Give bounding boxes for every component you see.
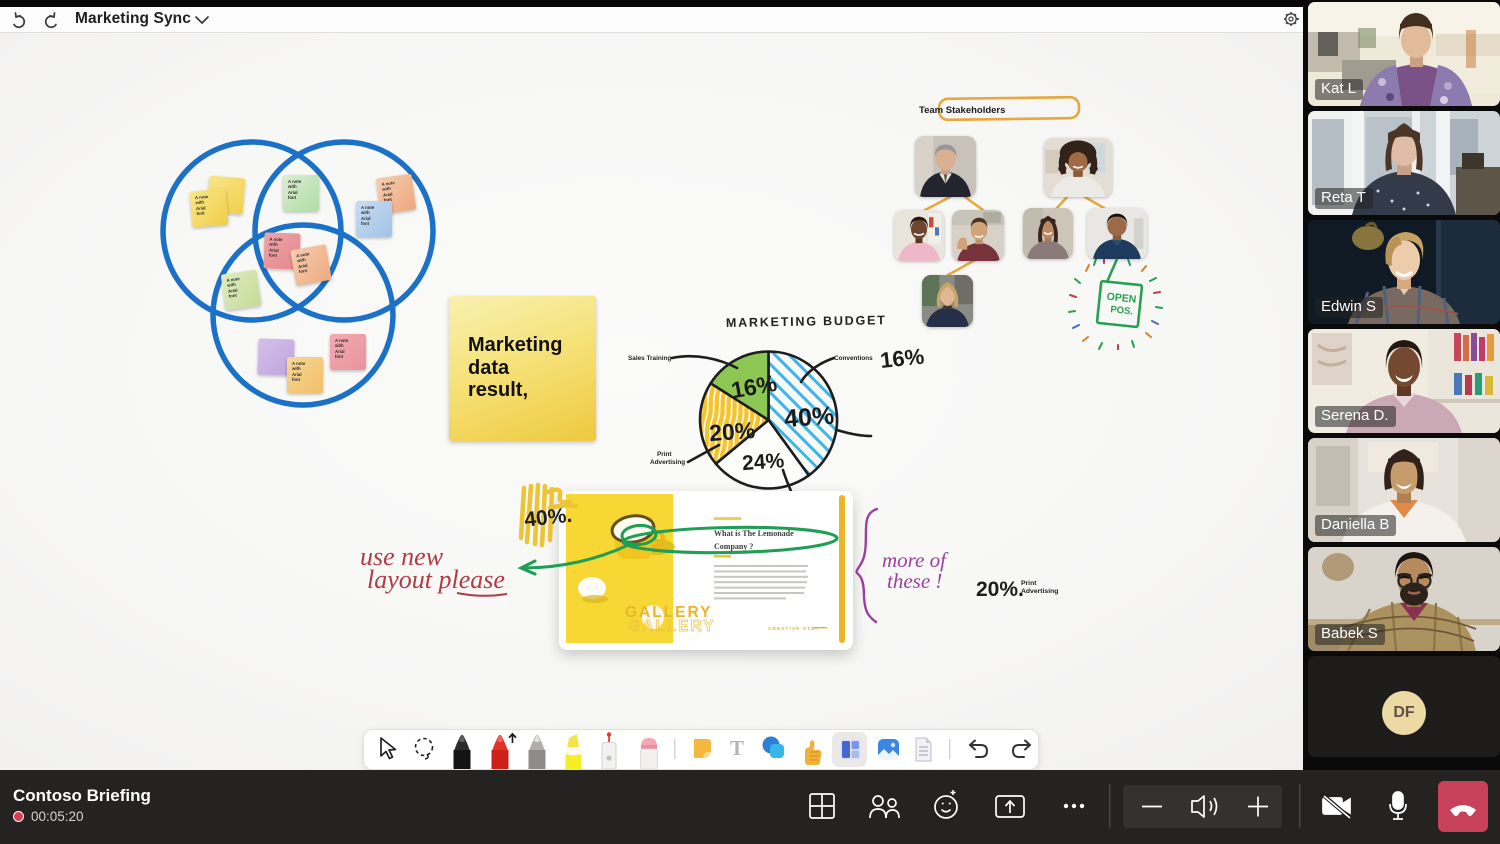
svg-text:40%.: 40%. [523,504,573,532]
svg-text:layout please: layout please [367,565,505,594]
svg-text:MARKETING BUDGET: MARKETING BUDGET [726,313,887,330]
svg-text:these !: these ! [887,569,942,593]
svg-text:POS.: POS. [1110,304,1134,317]
svg-text:T: T [730,736,744,760]
svg-text:Team Stakeholders: Team Stakeholders [919,105,1005,116]
svg-text:20%.: 20%. [976,578,1024,601]
svg-text:Print: Print [1021,580,1037,587]
svg-text:Sales Training: Sales Training [628,355,671,362]
svg-text:Conventions: Conventions [834,355,873,362]
svg-text:40%: 40% [783,402,835,433]
svg-text:Advertising: Advertising [1021,588,1058,595]
